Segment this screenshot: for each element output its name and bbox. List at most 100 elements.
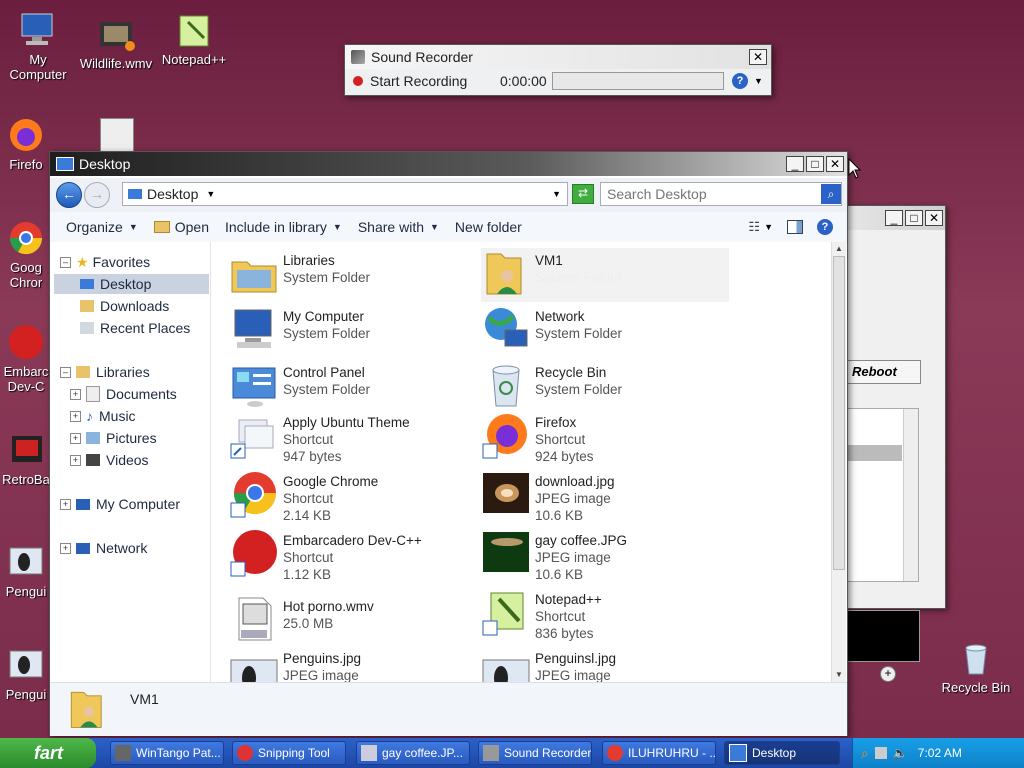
maximize-button[interactable]: □ bbox=[806, 156, 824, 172]
back-button[interactable]: ← bbox=[56, 182, 82, 208]
nav-documents[interactable]: + Documents bbox=[70, 384, 177, 404]
zoom-in-icon[interactable]: + bbox=[880, 666, 896, 682]
log-list[interactable] bbox=[847, 408, 919, 582]
desktop-icon-firefox[interactable]: Firefo bbox=[0, 115, 52, 172]
nav-network[interactable]: + Network bbox=[60, 538, 147, 558]
search-input[interactable] bbox=[601, 185, 821, 203]
refresh-button[interactable]: ⇄ bbox=[572, 184, 594, 204]
taskbar-button[interactable]: Sound Recorder bbox=[478, 741, 592, 765]
file-item[interactable]: Network System Folder bbox=[481, 304, 731, 358]
file-item[interactable]: My Computer System Folder bbox=[229, 304, 479, 358]
vertical-scrollbar[interactable]: ▲ ▼ bbox=[831, 242, 846, 682]
nav-music[interactable]: + ♪ Music bbox=[70, 406, 136, 426]
scroll-thumb[interactable] bbox=[833, 256, 845, 570]
expand-icon[interactable]: + bbox=[70, 432, 81, 444]
desktop-icon-penguins[interactable]: Pengui bbox=[0, 542, 52, 599]
scroll-up-icon[interactable]: ▲ bbox=[832, 242, 846, 256]
search-box[interactable]: ⌕ bbox=[600, 182, 842, 206]
file-item[interactable]: gay coffee.JPG JPEG image 10.6 KB bbox=[481, 528, 731, 584]
desktop-icon-chrome[interactable]: Goog Chror bbox=[0, 218, 52, 290]
nav-label: Favorites bbox=[92, 254, 151, 270]
nav-recent-places[interactable]: Recent Places bbox=[80, 318, 190, 338]
help-icon[interactable]: ? bbox=[817, 219, 833, 235]
close-button[interactable]: ✕ bbox=[826, 156, 844, 172]
nav-my-computer[interactable]: + My Computer bbox=[60, 494, 180, 514]
minimize-button[interactable]: _ bbox=[786, 156, 804, 172]
close-button[interactable]: ✕ bbox=[749, 49, 767, 65]
include-library-menu[interactable]: Include in library ▼ bbox=[225, 219, 342, 235]
file-item[interactable]: Penguinsl.jpg JPEG image bbox=[481, 646, 731, 682]
history-dropdown-icon[interactable]: ▼ bbox=[552, 189, 561, 199]
file-item-selected[interactable]: VM1 System Folder bbox=[481, 248, 729, 302]
clock[interactable]: 7:02 AM bbox=[918, 746, 962, 760]
expand-icon[interactable]: + bbox=[60, 498, 71, 510]
file-item[interactable]: Notepad++ Shortcut 836 bytes bbox=[481, 587, 731, 643]
desktop-icon-video-file[interactable] bbox=[100, 118, 134, 154]
desktop-icon-penguins-2[interactable]: Pengui bbox=[0, 645, 52, 702]
include-label: Include in library bbox=[224, 219, 327, 235]
file-item[interactable]: Firefox Shortcut 924 bytes bbox=[481, 410, 731, 466]
file-item[interactable]: Apply Ubuntu Theme Shortcut 947 bytes bbox=[229, 410, 479, 466]
list-scrollbar[interactable] bbox=[903, 409, 918, 581]
collapse-icon[interactable]: – bbox=[60, 256, 71, 268]
nav-pictures[interactable]: + Pictures bbox=[70, 428, 157, 448]
minimize-button[interactable]: _ bbox=[885, 210, 903, 226]
desktop-icon-retroba[interactable]: RetroBa bbox=[0, 430, 52, 487]
taskbar-button[interactable]: ILUHRUHRU - ... bbox=[602, 741, 716, 765]
file-item[interactable]: Recycle Bin System Folder bbox=[481, 360, 731, 414]
taskbar-button[interactable]: Snipping Tool bbox=[232, 741, 346, 765]
desktop-icon-recycle-bin[interactable]: Recycle Bin bbox=[936, 638, 1016, 695]
nav-downloads[interactable]: Downloads bbox=[80, 296, 169, 316]
expand-icon[interactable]: + bbox=[70, 388, 81, 400]
close-button[interactable]: ✕ bbox=[925, 210, 943, 226]
forward-button[interactable]: → bbox=[84, 182, 110, 208]
image-icon bbox=[482, 659, 530, 682]
desktop-icon-devcpp[interactable]: Embarc Dev-C bbox=[0, 322, 52, 394]
file-item[interactable]: Hot porno.wmv 25.0 MB bbox=[229, 594, 479, 648]
nav-libraries[interactable]: – Libraries bbox=[60, 362, 150, 382]
new-folder-button[interactable]: New folder bbox=[455, 219, 522, 235]
chevron-down-icon[interactable]: ▼ bbox=[206, 189, 552, 199]
preview-pane-icon[interactable] bbox=[787, 220, 803, 234]
file-item[interactable]: Control Panel System Folder bbox=[229, 360, 479, 414]
file-item[interactable]: Libraries System Folder bbox=[229, 248, 479, 302]
maximize-button[interactable]: □ bbox=[905, 210, 923, 226]
nav-videos[interactable]: + Videos bbox=[70, 450, 149, 470]
nav-favorites[interactable]: – ★ Favorites bbox=[60, 252, 150, 272]
file-item[interactable]: Penguins.jpg JPEG image bbox=[229, 646, 479, 682]
address-bar[interactable]: Desktop ▼ ▼ bbox=[122, 182, 568, 206]
file-item[interactable]: download.jpg JPEG image 10.6 KB bbox=[481, 469, 731, 525]
expand-icon[interactable]: + bbox=[70, 454, 81, 466]
search-icon[interactable]: ⌕ bbox=[861, 745, 869, 762]
open-button[interactable]: Open bbox=[153, 219, 209, 235]
network-tray-icon[interactable] bbox=[874, 747, 887, 759]
desktop-icon-my-computer[interactable]: My Computer bbox=[0, 10, 76, 82]
file-item[interactable]: Embarcadero Dev-C++ Shortcut 1.12 KB bbox=[229, 528, 479, 584]
desktop-icon-wildlife[interactable]: Wildlife.wmv bbox=[78, 14, 154, 71]
taskbar-button[interactable]: gay coffee.JP... bbox=[356, 741, 470, 765]
view-options-icon[interactable]: ☷ bbox=[748, 219, 760, 235]
file-item[interactable]: Google Chrome Shortcut 2.14 KB bbox=[229, 469, 479, 525]
background-window-titlebar[interactable]: _ □ ✕ bbox=[847, 206, 945, 230]
volume-icon[interactable]: 🔈 bbox=[893, 746, 908, 760]
chevron-down-icon[interactable]: ▼ bbox=[754, 76, 763, 86]
help-icon[interactable]: ? bbox=[732, 73, 748, 89]
nav-desktop[interactable]: Desktop bbox=[54, 274, 209, 294]
explorer-titlebar[interactable]: Desktop _ □ ✕ bbox=[50, 152, 847, 176]
sound-recorder-titlebar[interactable]: Sound Recorder ✕ bbox=[345, 45, 771, 69]
scroll-down-icon[interactable]: ▼ bbox=[832, 668, 846, 682]
search-icon[interactable]: ⌕ bbox=[821, 184, 841, 204]
expand-icon[interactable]: + bbox=[60, 542, 71, 554]
share-with-menu[interactable]: Share with ▼ bbox=[358, 219, 439, 235]
taskbar-button[interactable]: WinTango Pat... bbox=[110, 741, 224, 765]
start-recording-button[interactable]: Start Recording bbox=[370, 73, 500, 89]
desktop-icon-notepadpp[interactable]: Notepad++ bbox=[156, 10, 232, 67]
reboot-button[interactable]: Reboot bbox=[847, 360, 921, 384]
collapse-icon[interactable]: – bbox=[60, 366, 71, 378]
start-button[interactable]: fart bbox=[0, 738, 96, 768]
taskbar-button-active[interactable]: Desktop bbox=[724, 741, 840, 765]
expand-icon[interactable]: + bbox=[70, 410, 81, 422]
chevron-down-icon[interactable]: ▼ bbox=[764, 222, 773, 232]
record-icon[interactable] bbox=[353, 76, 363, 86]
organize-menu[interactable]: Organize ▼ bbox=[66, 219, 138, 235]
